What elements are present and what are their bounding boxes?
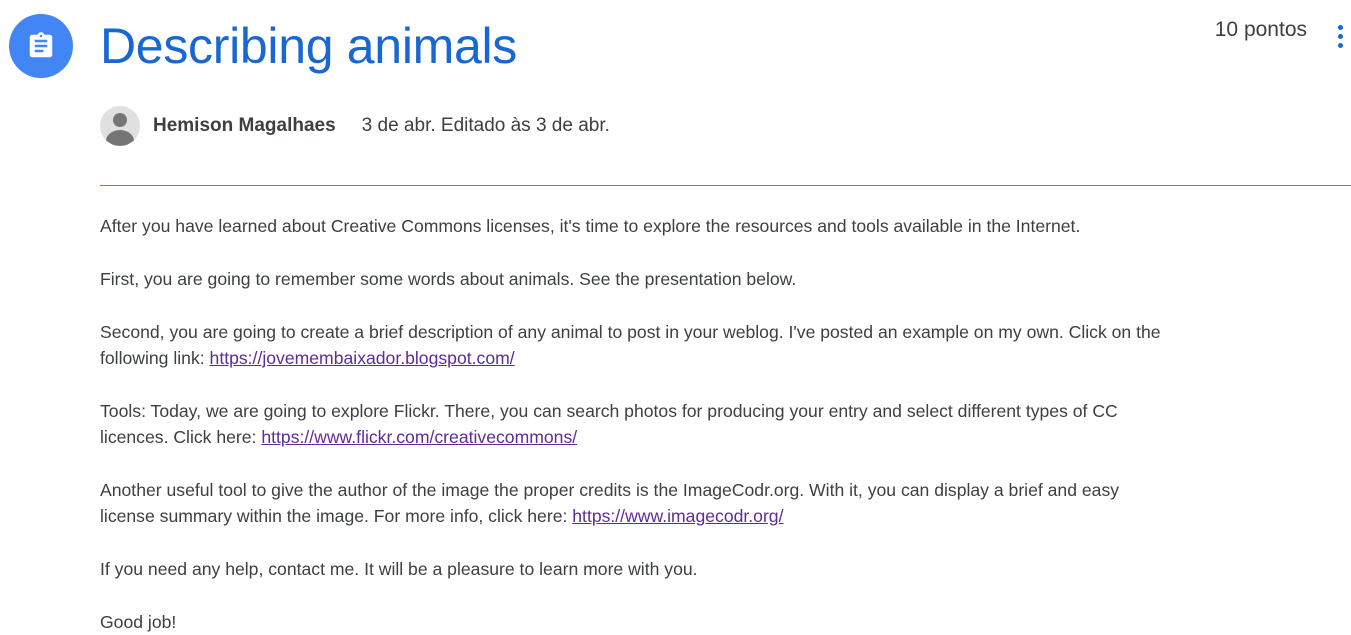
more-vert-icon[interactable]	[1329, 18, 1351, 54]
paragraph-second-line2: following link:	[100, 348, 210, 368]
flickr-link[interactable]: https://www.flickr.com/creativecommons/	[261, 427, 577, 447]
author-name: Hemison Magalhaes	[153, 115, 336, 136]
more-dot	[1337, 42, 1343, 48]
page-title: Describing animals	[100, 18, 517, 74]
post-date: 3 de abr. Editado às 3 de abr.	[361, 115, 610, 136]
paragraph-second-line1: Second, you are going to create a brief …	[100, 322, 1161, 342]
assignment-description: After you have learned about Creative Co…	[100, 213, 1351, 635]
more-dot	[1337, 33, 1343, 39]
blog-link[interactable]: https://jovemembaixador.blogspot.com/	[210, 348, 515, 368]
paragraph-tools: Tools: Today, we are going to explore Fl…	[100, 398, 1351, 450]
paragraph-intro: After you have learned about Creative Co…	[100, 216, 1081, 236]
avatar	[100, 106, 140, 146]
paragraph-closing: Good job!	[100, 612, 177, 632]
paragraph-tools-line2: licences. Click here:	[100, 427, 262, 447]
assignment-page: Describing animals 10 pontos Hemison Mag…	[0, 0, 1351, 635]
paragraph-tools-line1: Tools: Today, we are going to explore Fl…	[100, 401, 1118, 421]
imagecodr-link[interactable]: https://www.imagecodr.org/	[572, 506, 783, 526]
author-row: Hemison Magalhaes 3 de abr. Editado às 3…	[100, 106, 610, 146]
person-icon	[113, 113, 127, 127]
paragraph-help: If you need any help, contact me. It wil…	[100, 559, 698, 579]
assignment-icon	[9, 14, 73, 78]
paragraph-imagecodr-line1: Another useful tool to give the author o…	[100, 480, 1120, 500]
person-icon-body	[106, 130, 134, 146]
header-divider	[100, 185, 1351, 186]
paragraph-imagecodr: Another useful tool to give the author o…	[100, 477, 1351, 529]
paragraph-second: Second, you are going to create a brief …	[100, 319, 1351, 371]
paragraph-imagecodr-line2: license summary within the image. For mo…	[100, 506, 573, 526]
paragraph-first: First, you are going to remember some wo…	[100, 269, 797, 289]
points-label: 10 pontos	[1214, 18, 1307, 41]
more-dot	[1337, 24, 1343, 30]
